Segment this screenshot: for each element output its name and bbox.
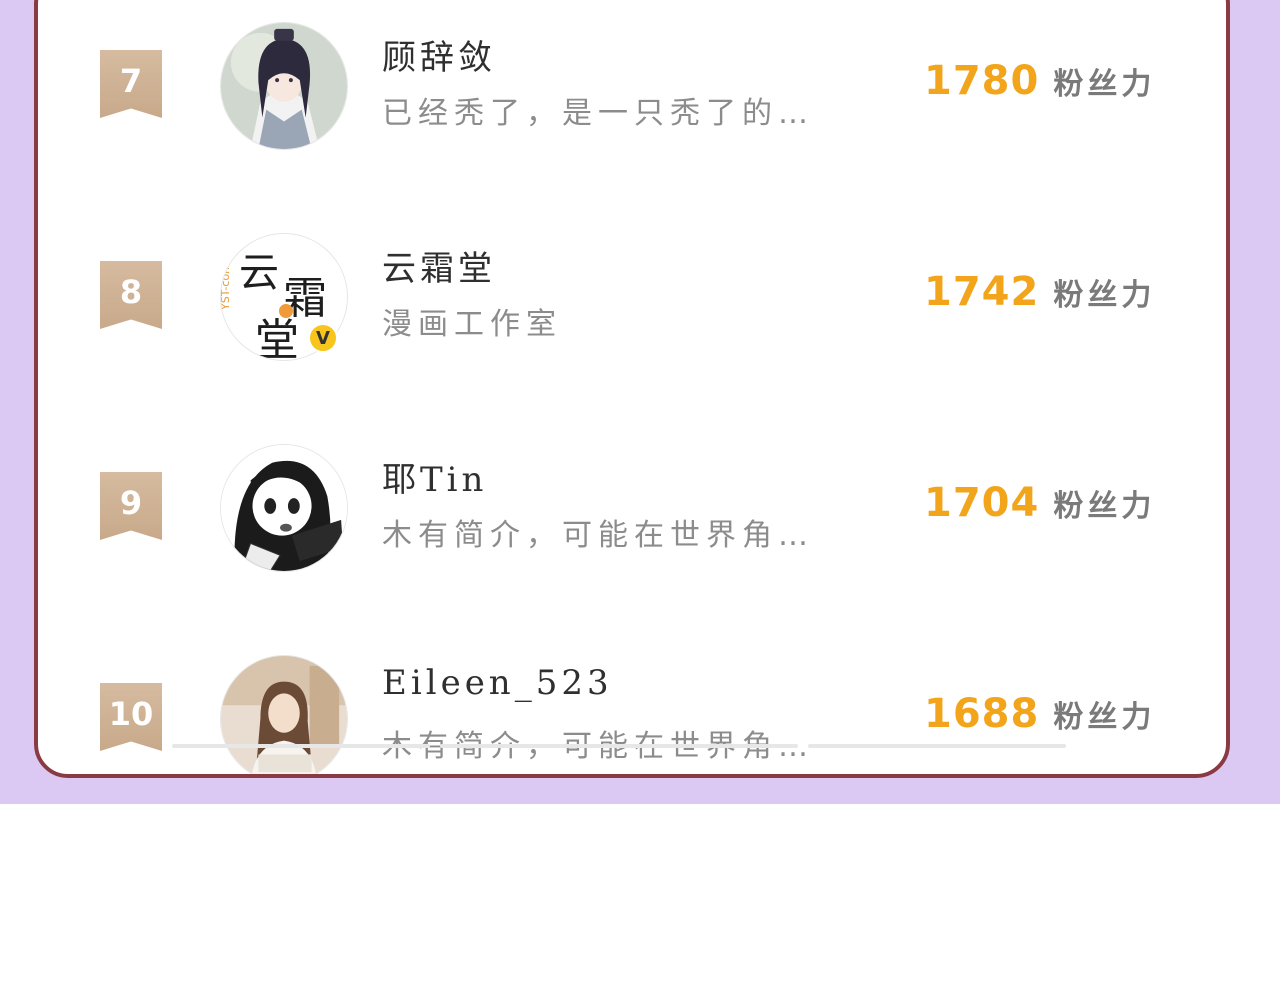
fan-score-unit: 粉丝力 xyxy=(1053,489,1156,524)
ranking-row[interactable]: 7 顾辞敛 已经秃了，是一只秃了的… 1780 粉丝力 xyxy=(38,14,1226,164)
avatar[interactable] xyxy=(220,655,348,774)
rank-badge: 9 xyxy=(100,472,162,540)
user-bio: 木有简介，可能在世界角… xyxy=(382,729,814,764)
user-name[interactable]: 顾辞敛 xyxy=(382,30,496,79)
rank-number: 10 xyxy=(108,695,154,733)
rank-badge: 10 xyxy=(100,683,162,751)
avatar-image xyxy=(221,23,347,149)
verified-badge-icon: V xyxy=(308,323,338,353)
fan-score-value: 1780 xyxy=(924,58,1040,104)
ranking-row[interactable]: 10 Eileen_523 木有简介，可能在世界角… 1688 粉丝力 xyxy=(38,647,1226,774)
fan-score-value: 1704 xyxy=(924,480,1040,526)
avatar-logo-side-text: YST-comic xyxy=(220,254,232,310)
avatar-logo-dot xyxy=(279,304,293,318)
fan-score-value: 1742 xyxy=(924,269,1040,315)
fans-ranking-card: 7 顾辞敛 已经秃了，是一只秃了的… 1780 粉丝力 8 云 霜 堂 YST-… xyxy=(34,0,1230,778)
rank-number: 7 xyxy=(119,62,143,100)
rank-badge: 7 xyxy=(100,50,162,118)
user-name[interactable]: 云霜堂 xyxy=(382,241,496,290)
fan-score-value: 1688 xyxy=(924,691,1040,737)
user-name[interactable]: Eileen_523 xyxy=(382,663,613,703)
divider xyxy=(440,744,798,748)
rank-badge: 8 xyxy=(100,261,162,329)
fan-score: 1704 粉丝力 xyxy=(924,480,1155,526)
user-bio: 木有简介，可能在世界角… xyxy=(382,518,814,553)
rank-number: 9 xyxy=(119,484,143,522)
ranking-row[interactable]: 8 云 霜 堂 YST-comic V 云霜堂 漫画工作室 1742 粉丝力 xyxy=(38,225,1226,375)
ranking-row[interactable]: 9 耶Tin 木有简介，可能在世界角… 1704 粉丝力 xyxy=(38,436,1226,586)
user-name[interactable]: 耶Tin xyxy=(382,452,487,501)
avatar-logo-text-top: 云 xyxy=(239,250,279,296)
user-bio: 已经秃了，是一只秃了的… xyxy=(382,96,814,131)
user-bio: 漫画工作室 xyxy=(382,307,562,342)
fan-score-unit: 粉丝力 xyxy=(1053,700,1156,735)
fan-score-unit: 粉丝力 xyxy=(1053,278,1156,313)
fan-score-unit: 粉丝力 xyxy=(1053,67,1156,102)
avatar[interactable] xyxy=(220,444,348,572)
avatar-image xyxy=(221,656,347,774)
fan-score: 1780 粉丝力 xyxy=(924,58,1155,104)
divider xyxy=(172,744,430,748)
avatar-image xyxy=(221,445,347,571)
avatar[interactable] xyxy=(220,22,348,150)
fan-score: 1742 粉丝力 xyxy=(924,269,1155,315)
fan-score: 1688 粉丝力 xyxy=(924,691,1155,737)
rank-number: 8 xyxy=(119,273,143,311)
avatar[interactable]: 云 霜 堂 YST-comic V xyxy=(220,233,348,361)
divider xyxy=(808,744,1066,748)
